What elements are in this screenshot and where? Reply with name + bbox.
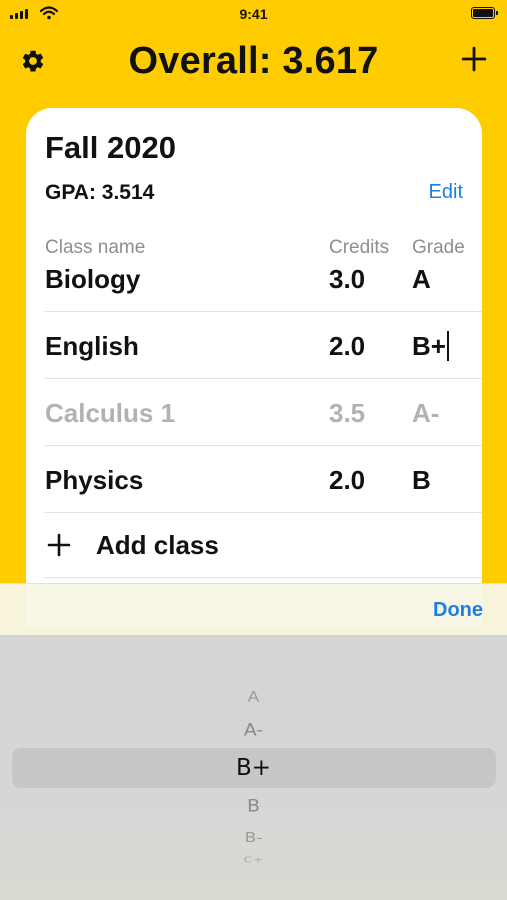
plus-icon: [47, 533, 71, 557]
class-grade-field-active[interactable]: B+: [412, 313, 449, 379]
row-divider: [45, 311, 482, 312]
status-bar: 9:41: [0, 0, 507, 30]
picker-option-selected[interactable]: B+: [0, 755, 507, 781]
class-credits-field[interactable]: 2.0: [329, 447, 365, 513]
overall-gpa-title: Overall: 3.617: [128, 40, 379, 82]
row-divider: [45, 445, 482, 446]
class-credits-field[interactable]: 3.5: [329, 380, 365, 446]
header: Overall: 3.617: [0, 36, 507, 88]
grade-value: B+: [412, 331, 446, 361]
row-divider: [45, 378, 482, 379]
edit-button[interactable]: Edit: [429, 181, 463, 204]
class-name-field[interactable]: Physics: [45, 447, 143, 513]
class-grade-field[interactable]: A: [412, 246, 431, 312]
picker-option[interactable]: A-: [0, 720, 507, 740]
class-row-physics[interactable]: Physics 2.0 B: [26, 447, 482, 513]
status-time: 9:41: [239, 6, 268, 22]
semester-gpa: GPA: 3.514: [45, 181, 155, 204]
add-semester-button[interactable]: [461, 46, 487, 72]
class-row-english[interactable]: English 2.0 B+: [26, 313, 482, 379]
class-row-biology[interactable]: Biology 3.0 A: [26, 246, 482, 312]
semester-card: Fall 2020 GPA: 3.514 Edit Class name Cre…: [26, 108, 482, 628]
text-cursor: [446, 331, 449, 362]
grade-picker[interactable]: A A- B+ B B- C+: [0, 635, 507, 900]
add-class-button[interactable]: Add class: [26, 512, 482, 578]
class-name-field[interactable]: Biology: [45, 246, 140, 312]
picker-option[interactable]: B: [0, 796, 507, 816]
picker-option[interactable]: B-: [0, 830, 507, 846]
class-row-calculus[interactable]: Calculus 1 3.5 A-: [26, 380, 482, 446]
picker-toolbar: Done: [0, 583, 507, 635]
class-grade-field[interactable]: A-: [412, 380, 439, 446]
add-class-label: Add class: [96, 530, 219, 560]
class-name-field[interactable]: Calculus 1: [45, 380, 175, 446]
semester-name: Fall 2020: [45, 130, 176, 165]
row-divider: [45, 577, 482, 578]
picker-option[interactable]: A: [0, 689, 507, 706]
picker-option[interactable]: C+: [0, 856, 507, 865]
class-credits-field[interactable]: 2.0: [329, 313, 365, 379]
class-credits-field[interactable]: 3.0: [329, 246, 365, 312]
class-name-field[interactable]: English: [45, 313, 139, 379]
done-button[interactable]: Done: [433, 584, 483, 636]
class-grade-field[interactable]: B: [412, 447, 431, 513]
battery-icon: [471, 7, 498, 19]
